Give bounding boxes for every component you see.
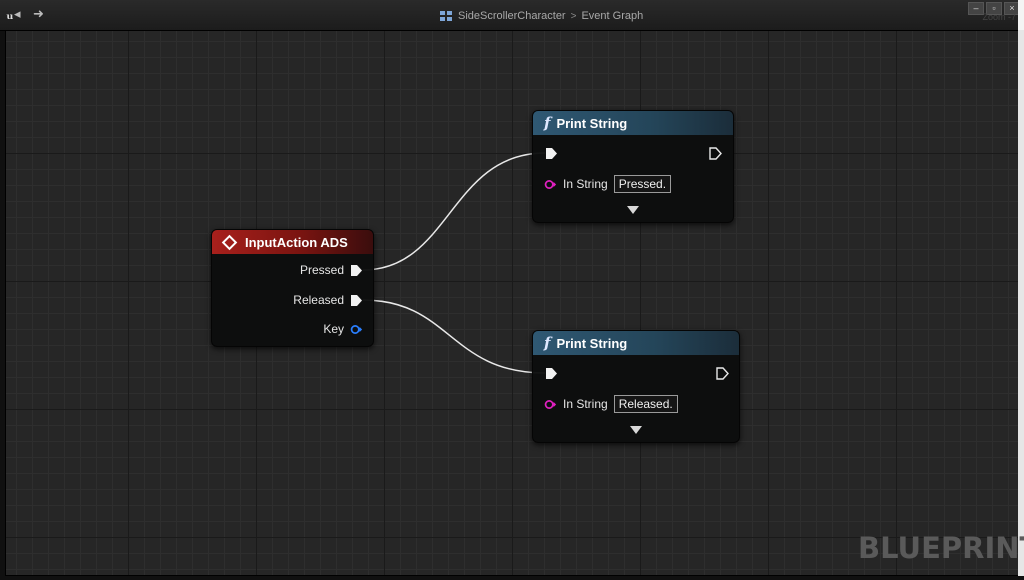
in-string-value[interactable]: Pressed. [613, 175, 672, 193]
expand-arrow-icon[interactable] [627, 206, 639, 214]
print-string-header[interactable]: f Print String [533, 331, 739, 355]
forward-arrow-icon[interactable]: ➜ [33, 6, 44, 22]
print-string-node-pressed[interactable]: f Print String In String Pressed. [532, 110, 734, 223]
pressed-pin-row[interactable]: Pressed [300, 263, 363, 277]
key-label: Key [323, 322, 344, 336]
side-panel-edge-lower [1018, 30, 1024, 576]
expand-arrow-icon[interactable] [630, 426, 642, 434]
exec-out-pin-icon[interactable] [350, 294, 363, 307]
print-string-node-released[interactable]: f Print String In String Released. [532, 330, 740, 443]
string-pin-icon[interactable] [544, 179, 557, 190]
zoom-label: Zoom -7 [982, 12, 1016, 22]
function-icon: f [544, 334, 551, 352]
print-string-title: Print String [556, 115, 628, 131]
key-pin-row[interactable]: Key [323, 322, 363, 336]
breadcrumb-separator: > [570, 10, 577, 22]
exec-in-pin-icon[interactable] [545, 367, 558, 380]
graph-canvas[interactable] [5, 30, 1019, 576]
exec-out-pin-icon[interactable] [350, 264, 363, 277]
blueprint-editor-window: ᵤ ◂ ➜ SideScrollerCharacter > Event Grap… [0, 0, 1024, 580]
event-diamond-icon [221, 234, 238, 250]
exec-out-pin-icon[interactable] [716, 367, 729, 380]
blueprint-grid-icon [440, 11, 452, 21]
exec-out-pin-icon[interactable] [709, 147, 722, 160]
print-string-header[interactable]: f Print String [533, 111, 733, 135]
breadcrumb: SideScrollerCharacter > Event Graph [440, 9, 643, 23]
in-string-pin-row[interactable]: In String Pressed. [544, 175, 672, 193]
function-icon: f [544, 114, 551, 132]
title-bar: ᵤ ◂ ➜ SideScrollerCharacter > Event Grap… [0, 0, 1024, 31]
breadcrumb-asset[interactable]: SideScrollerCharacter [458, 10, 566, 22]
exec-in-pin-icon[interactable] [545, 147, 558, 160]
in-string-value[interactable]: Released. [613, 395, 678, 413]
back-arrow-icon[interactable]: ◂ [14, 6, 21, 22]
released-pin-row[interactable]: Released [293, 293, 363, 307]
print-string-title: Print String [556, 335, 628, 351]
breadcrumb-graph[interactable]: Event Graph [581, 10, 643, 22]
in-string-pin-row[interactable]: In String Released. [544, 395, 678, 413]
input-action-title: InputAction ADS [245, 234, 348, 250]
blueprint-watermark: BLUEPRINT [858, 531, 1024, 565]
in-string-label: In String [563, 177, 608, 191]
struct-pin-icon[interactable] [350, 324, 363, 335]
string-pin-icon[interactable] [544, 399, 557, 410]
input-action-node[interactable]: InputAction ADS Pressed Released Key [211, 229, 374, 347]
in-string-label: In String [563, 397, 608, 411]
input-action-header[interactable]: InputAction ADS [212, 230, 373, 254]
released-label: Released [293, 293, 344, 307]
pressed-label: Pressed [299, 263, 344, 277]
